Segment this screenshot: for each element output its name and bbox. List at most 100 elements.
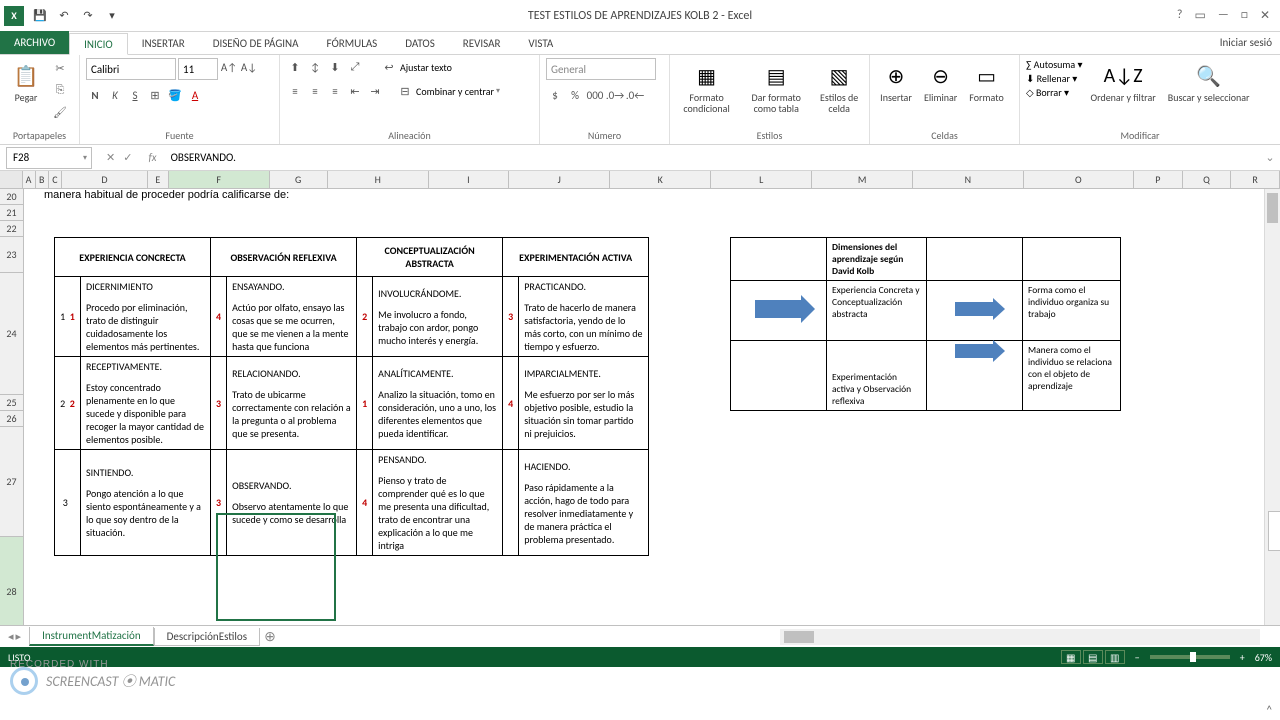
percent-icon[interactable]: % [566, 86, 584, 104]
sheet-tab-1[interactable]: InstrumentMatización [29, 627, 154, 646]
bold-icon[interactable]: N [86, 86, 104, 104]
merge-icon[interactable]: ⊟ [396, 82, 414, 100]
row-header[interactable]: 23 [0, 237, 24, 273]
name-box[interactable]: F28 [6, 147, 92, 169]
format-painter-icon[interactable]: 🖌 [50, 102, 70, 122]
fx-icon[interactable]: fx [140, 151, 164, 164]
indent-dec-icon[interactable]: ⇤ [346, 82, 364, 100]
col-header[interactable]: C [49, 171, 62, 188]
col-header[interactable]: P [1134, 171, 1183, 188]
font-color-icon[interactable]: A [186, 86, 204, 104]
select-all-corner[interactable] [0, 171, 23, 188]
format-cells-button[interactable]: ▭Formato [965, 58, 1007, 105]
copy-icon[interactable]: ⎘ [50, 80, 70, 100]
insert-cells-button[interactable]: ⊕Insertar [876, 58, 916, 105]
col-header[interactable]: K [610, 171, 711, 188]
view-pagebreak-icon[interactable]: ▥ [1105, 650, 1125, 664]
increase-font-icon[interactable]: A↑ [220, 58, 238, 76]
align-right-icon[interactable]: ≡ [326, 82, 344, 100]
zoom-in-icon[interactable]: + [1240, 651, 1245, 664]
cancel-formula-icon[interactable]: ✕ [106, 151, 115, 164]
col-header[interactable]: E [148, 171, 169, 188]
orientation-icon[interactable]: ⤢ [346, 58, 364, 76]
tab-vista[interactable]: VISTA [514, 32, 567, 54]
fill-button[interactable]: ⬇ Rellenar ▾ [1026, 72, 1082, 85]
horizontal-scrollbar[interactable] [780, 629, 1260, 645]
row-header[interactable]: 28 [0, 537, 24, 625]
thousands-icon[interactable]: 000 [586, 86, 604, 104]
expand-formula-icon[interactable]: ⌄ [1260, 151, 1280, 164]
row-header[interactable]: 26 [0, 411, 24, 427]
tab-file[interactable]: ARCHIVO [0, 31, 69, 54]
zoom-out-icon[interactable]: − [1135, 651, 1140, 664]
col-header[interactable]: A [23, 171, 36, 188]
paste-button[interactable]: 📋 Pegar [6, 58, 46, 105]
fill-color-icon[interactable]: 🪣 [166, 86, 184, 104]
help-icon[interactable]: ? [1177, 8, 1183, 23]
tab-diseno[interactable]: DISEÑO DE PÁGINA [199, 32, 313, 54]
align-top-icon[interactable]: ⬆ [286, 58, 304, 76]
delete-cells-button[interactable]: ⊖Eliminar [920, 58, 961, 105]
collapse-ribbon-icon[interactable]: ^ [1267, 703, 1272, 716]
col-header[interactable]: M [812, 171, 913, 188]
col-header[interactable]: O [1024, 171, 1134, 188]
table-format-button[interactable]: ▤Dar formato como tabla [741, 58, 811, 116]
decimal-dec-icon[interactable]: .0← [626, 86, 644, 104]
row-header[interactable]: 22 [0, 221, 24, 237]
font-name-select[interactable] [86, 58, 176, 80]
col-header[interactable]: Q [1183, 171, 1232, 188]
tab-datos[interactable]: DATOS [391, 32, 449, 54]
close-icon[interactable]: ✕ [1260, 8, 1270, 23]
excel-icon[interactable]: X [4, 6, 24, 26]
cut-icon[interactable]: ✂ [50, 58, 70, 78]
col-header[interactable]: R [1231, 171, 1280, 188]
ribbon-options-icon[interactable]: ▭ [1194, 8, 1205, 23]
row-header[interactable]: 24 [0, 273, 24, 395]
row-header[interactable]: 20 [0, 189, 24, 205]
spreadsheet-grid[interactable]: ABCDEFGHIJKLMNOPQR 20212223242526272829 … [0, 171, 1280, 625]
minimize-icon[interactable]: — [1218, 8, 1229, 23]
sort-filter-button[interactable]: A↓ZOrdenar y filtrar [1086, 58, 1159, 105]
zoom-slider[interactable] [1150, 655, 1230, 659]
accept-formula-icon[interactable]: ✓ [123, 151, 132, 164]
currency-icon[interactable]: $ [546, 86, 564, 104]
col-header[interactable]: H [328, 171, 429, 188]
tab-formulas[interactable]: FÓRMULAS [313, 32, 392, 54]
align-center-icon[interactable]: ≡ [306, 82, 324, 100]
col-header[interactable]: I [429, 171, 509, 188]
zoom-level[interactable]: 67% [1255, 651, 1272, 664]
italic-icon[interactable]: K [106, 86, 124, 104]
col-header[interactable]: B [36, 171, 49, 188]
find-select-button[interactable]: 🔍Buscar y seleccionar [1164, 58, 1254, 105]
tab-revisar[interactable]: REVISAR [449, 32, 515, 54]
view-normal-icon[interactable]: ▦ [1061, 650, 1081, 664]
indent-inc-icon[interactable]: ⇥ [366, 82, 384, 100]
decrease-font-icon[interactable]: A↓ [240, 58, 258, 76]
row-header[interactable]: 25 [0, 395, 24, 411]
underline-icon[interactable]: S [126, 86, 144, 104]
cond-format-button[interactable]: ▦Formato condicional [676, 58, 737, 116]
signin-link[interactable]: Iniciar sesió [1220, 36, 1272, 49]
col-header[interactable]: L [711, 171, 812, 188]
tab-insertar[interactable]: INSERTAR [128, 32, 199, 54]
autosum-button[interactable]: ∑ Autosuma ▾ [1026, 58, 1082, 71]
col-header[interactable]: D [62, 171, 148, 188]
row-header[interactable]: 21 [0, 205, 24, 221]
view-layout-icon[interactable]: ▤ [1083, 650, 1103, 664]
decimal-inc-icon[interactable]: .0→ [606, 86, 624, 104]
wrap-text-icon[interactable]: ↩ [380, 58, 398, 76]
font-size-select[interactable] [178, 58, 218, 80]
col-header[interactable]: G [270, 171, 328, 188]
sheet-tab-2[interactable]: DescripciónEstilos [154, 628, 260, 646]
redo-icon[interactable]: ↷ [80, 8, 96, 24]
add-sheet-button[interactable]: ⊕ [260, 628, 280, 645]
col-header[interactable]: J [509, 171, 610, 188]
row-header[interactable]: 27 [0, 427, 24, 537]
undo-icon[interactable]: ↶ [56, 8, 72, 24]
col-header[interactable]: N [913, 171, 1023, 188]
sheet-next-icon[interactable]: ▸ [16, 630, 22, 643]
border-icon[interactable]: ⊞ [146, 86, 164, 104]
align-bottom-icon[interactable]: ⬇ [326, 58, 344, 76]
clear-button[interactable]: ◇ Borrar ▾ [1026, 86, 1082, 99]
qat-more-icon[interactable]: ▾ [104, 8, 120, 24]
